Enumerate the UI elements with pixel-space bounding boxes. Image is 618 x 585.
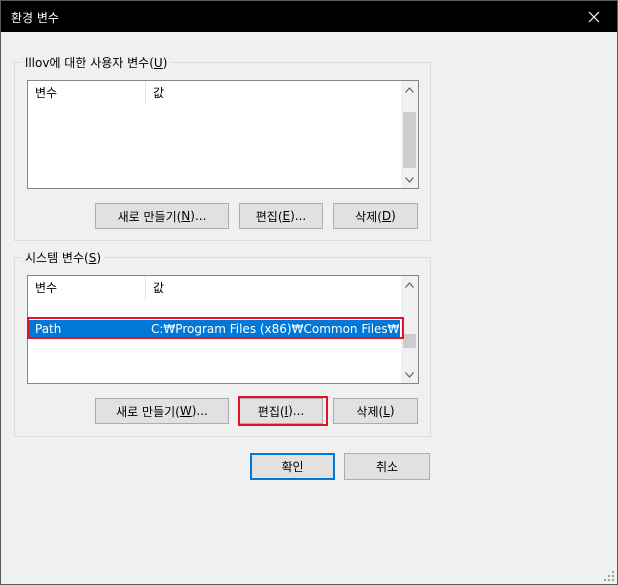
scroll-down-button[interactable] [401,171,418,188]
scroll-thumb[interactable] [403,334,416,348]
user-variables-group: lllov에 대한 사용자 변수(U) 변수 값 새로 만들기(N)... 편집… [14,54,431,241]
system-new-button[interactable]: 새로 만들기(W)... [95,398,229,424]
row-variable-value: C:₩Program Files (x86)₩Common Files₩Or..… [151,322,399,336]
user-new-button[interactable]: 새로 만들기(N)... [95,203,229,229]
system-variables-list[interactable]: 변수 값 Path C:₩Program Files (x86)₩Common … [27,275,419,384]
column-header-variable[interactable]: 변수 [28,81,145,105]
chevron-down-icon [405,371,414,378]
chevron-down-icon [405,176,414,183]
scroll-up-button[interactable] [401,276,418,293]
column-header-value[interactable]: 값 [146,276,401,300]
cancel-button[interactable]: 취소 [344,453,430,480]
close-icon [588,11,600,22]
ok-button[interactable]: 확인 [250,453,335,480]
user-variables-list[interactable]: 변수 값 [27,80,419,189]
scroll-up-button[interactable] [401,81,418,98]
user-variables-label: lllov에 대한 사용자 변수(U) [22,54,171,71]
user-variables-scrollbar[interactable] [401,81,418,188]
resize-grip-icon[interactable] [603,570,615,582]
column-header-value[interactable]: 값 [146,81,401,105]
window-title: 환경 변수 [11,11,59,25]
column-header-variable[interactable]: 변수 [28,276,145,300]
system-edit-button[interactable]: 편집(I)... [239,398,323,424]
scroll-thumb[interactable] [403,112,416,168]
system-variables-header: 변수 값 [28,276,401,300]
chevron-up-icon [405,86,414,93]
system-variables-label: 시스템 변수(S) [22,249,105,266]
system-delete-button[interactable]: 삭제(L) [333,398,418,424]
user-edit-button[interactable]: 편집(E)... [239,203,323,229]
scroll-down-button[interactable] [401,366,418,383]
environment-variables-dialog: 환경 변수 lllov에 대한 사용자 변수(U) 변수 값 새로 만들기(N… [0,0,618,585]
title-bar[interactable]: 환경 변수 [1,1,617,32]
chevron-up-icon [405,281,414,288]
system-variable-row-path[interactable]: Path C:₩Program Files (x86)₩Common Files… [29,320,400,338]
user-delete-button[interactable]: 삭제(D) [333,203,418,229]
close-button[interactable] [571,1,617,32]
row-variable-name: Path [35,322,62,336]
user-variables-header: 변수 값 [28,81,401,105]
system-variables-scrollbar[interactable] [401,276,418,383]
system-variables-group: 시스템 변수(S) 변수 값 Path C:₩Program Files (x8… [14,249,431,437]
